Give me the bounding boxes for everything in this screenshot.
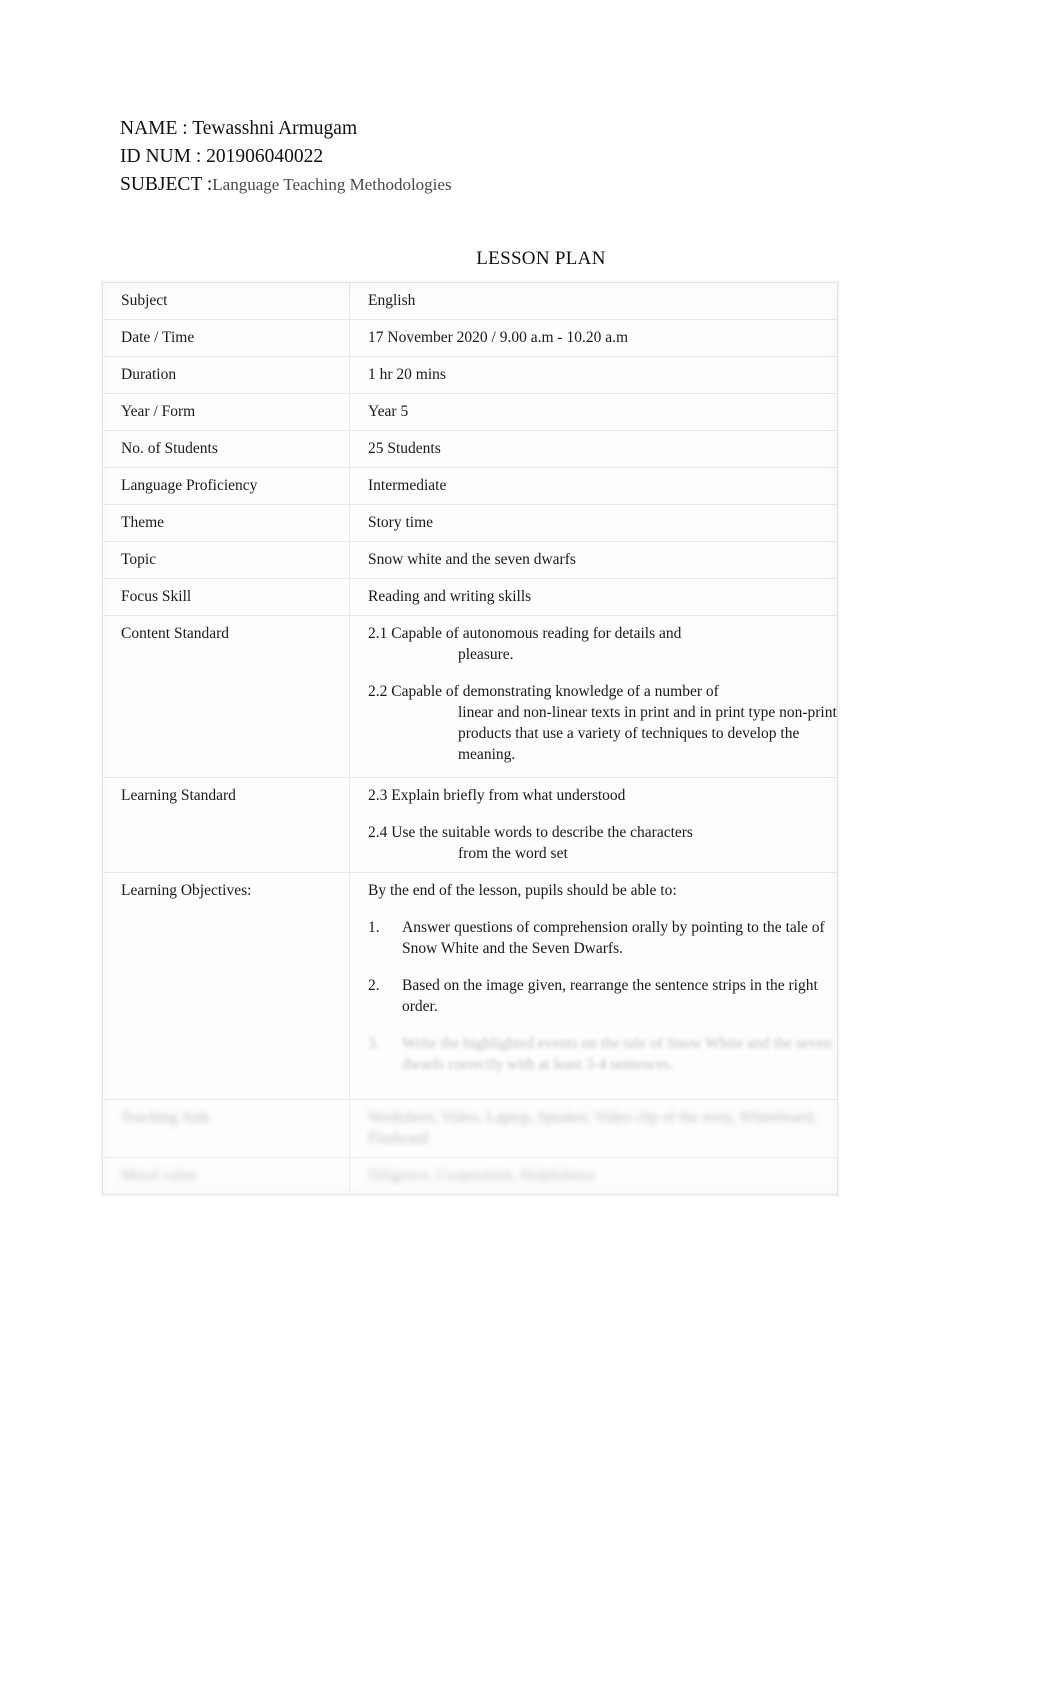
document-page: NAME : Tewasshni Armugam ID NUM : 201906… xyxy=(0,0,1062,1691)
list-item-text: Based on the image given, rearrange the … xyxy=(402,977,818,1015)
row-label: No. of Students xyxy=(102,430,350,468)
row-label: Teaching Aids xyxy=(102,1099,350,1158)
row-value: 1 hr 20 mins xyxy=(349,356,838,394)
row-label: Focus Skill xyxy=(102,578,350,616)
row-value: 25 Students xyxy=(349,430,838,468)
content-standard-item-1: 2.1 Capable of autonomous reading for de… xyxy=(368,623,837,665)
table-row-learning-standard: Learning Standard 2.3 Explain briefly fr… xyxy=(102,777,838,873)
row-value: 2.1 Capable of autonomous reading for de… xyxy=(349,615,838,778)
lesson-plan-table: Subject English Date / Time 17 November … xyxy=(102,282,838,1195)
row-label: Content Standard xyxy=(102,615,350,778)
list-item: 2. Based on the image given, rearrange t… xyxy=(368,975,837,1017)
list-item: 3. Write the highlighted events on the t… xyxy=(368,1033,837,1075)
student-name-line: NAME : Tewasshni Armugam xyxy=(120,118,358,139)
page-title: LESSON PLAN xyxy=(476,248,606,269)
row-label: Date / Time xyxy=(102,319,350,357)
content-standard-item-2-cont: linear and non-linear texts in print and… xyxy=(458,704,837,763)
table-row: Focus Skill Reading and writing skills xyxy=(102,578,838,616)
content-standard-item-1-lead: 2.1 Capable of autonomous reading for de… xyxy=(368,625,682,642)
list-item-number: 1. xyxy=(368,919,380,936)
learning-standard-item-1: 2.3 Explain briefly from what understood xyxy=(368,787,626,804)
content-standard-item-2: 2.2 Capable of demonstrating knowledge o… xyxy=(368,681,837,765)
document-header: NAME : Tewasshni Armugam ID NUM : 201906… xyxy=(120,115,880,199)
row-value: 2.3 Explain briefly from what understood… xyxy=(349,777,838,873)
row-label: Duration xyxy=(102,356,350,394)
row-value: Worksheet, Video, Laptop, Speaker, Video… xyxy=(349,1099,838,1158)
table-row: Year / Form Year 5 xyxy=(102,393,838,431)
student-id-line: ID NUM : 201906040022 xyxy=(120,146,324,167)
row-value: Year 5 xyxy=(349,393,838,431)
list-item: 1. Answer questions of comprehension ora… xyxy=(368,917,837,959)
learning-standard-item-2-lead: 2.4 Use the suitable words to describe t… xyxy=(368,824,693,841)
learning-standard-item-2: 2.4 Use the suitable words to describe t… xyxy=(368,822,837,864)
row-value: By the end of the lesson, pupils should … xyxy=(349,872,838,1100)
row-label: Language Proficiency xyxy=(102,467,350,505)
table-row-content-standard: Content Standard 2.1 Capable of autonomo… xyxy=(102,615,838,778)
row-value: Diligence, Cooperation, Helpfulness xyxy=(349,1157,838,1195)
subject-value: Language Teaching Methodologies xyxy=(212,175,452,194)
learning-objectives-intro: By the end of the lesson, pupils should … xyxy=(368,882,677,899)
table-row: Duration 1 hr 20 mins xyxy=(102,356,838,394)
content-standard-item-1-cont: pleasure. xyxy=(458,646,514,663)
row-label: Subject xyxy=(102,282,350,320)
row-label: Theme xyxy=(102,504,350,542)
table-row: Subject English xyxy=(102,282,838,320)
subject-line: SUBJECT :Language Teaching Methodologies xyxy=(120,171,880,199)
table-row: Theme Story time xyxy=(102,504,838,542)
learning-objectives-list: 1. Answer questions of comprehension ora… xyxy=(368,917,837,1075)
subject-label: SUBJECT : xyxy=(120,174,213,195)
row-label: Learning Standard xyxy=(102,777,350,873)
row-label: Moral value xyxy=(102,1157,350,1195)
table-row-teaching-aids: Teaching Aids Worksheet, Video, Laptop, … xyxy=(102,1099,838,1158)
row-value: Intermediate xyxy=(349,467,838,505)
list-item-text: Answer questions of comprehension orally… xyxy=(402,919,825,957)
list-item-number: 2. xyxy=(368,977,380,994)
row-value: Reading and writing skills xyxy=(349,578,838,616)
table-row: Topic Snow white and the seven dwarfs xyxy=(102,541,838,579)
row-value: English xyxy=(349,282,838,320)
table-row: Date / Time 17 November 2020 / 9.00 a.m … xyxy=(102,319,838,357)
table-row: Language Proficiency Intermediate xyxy=(102,467,838,505)
table-row-moral-value: Moral value Diligence, Cooperation, Help… xyxy=(102,1157,838,1195)
table-row-learning-objectives: Learning Objectives: By the end of the l… xyxy=(102,872,838,1100)
row-label: Learning Objectives: xyxy=(102,872,350,1100)
list-item-number: 3. xyxy=(368,1035,380,1052)
row-value: 17 November 2020 / 9.00 a.m - 10.20 a.m xyxy=(349,319,838,357)
row-label: Topic xyxy=(102,541,350,579)
row-label: Year / Form xyxy=(102,393,350,431)
row-value: Snow white and the seven dwarfs xyxy=(349,541,838,579)
row-value: Story time xyxy=(349,504,838,542)
content-standard-item-2-lead: 2.2 Capable of demonstrating knowledge o… xyxy=(368,683,719,700)
list-item-text: Write the highlighted events on the tale… xyxy=(402,1035,832,1073)
table-row: No. of Students 25 Students xyxy=(102,430,838,468)
lesson-plan-table-wrapper: Subject English Date / Time 17 November … xyxy=(102,282,838,1195)
learning-standard-item-2-cont: from the word set xyxy=(458,845,568,862)
